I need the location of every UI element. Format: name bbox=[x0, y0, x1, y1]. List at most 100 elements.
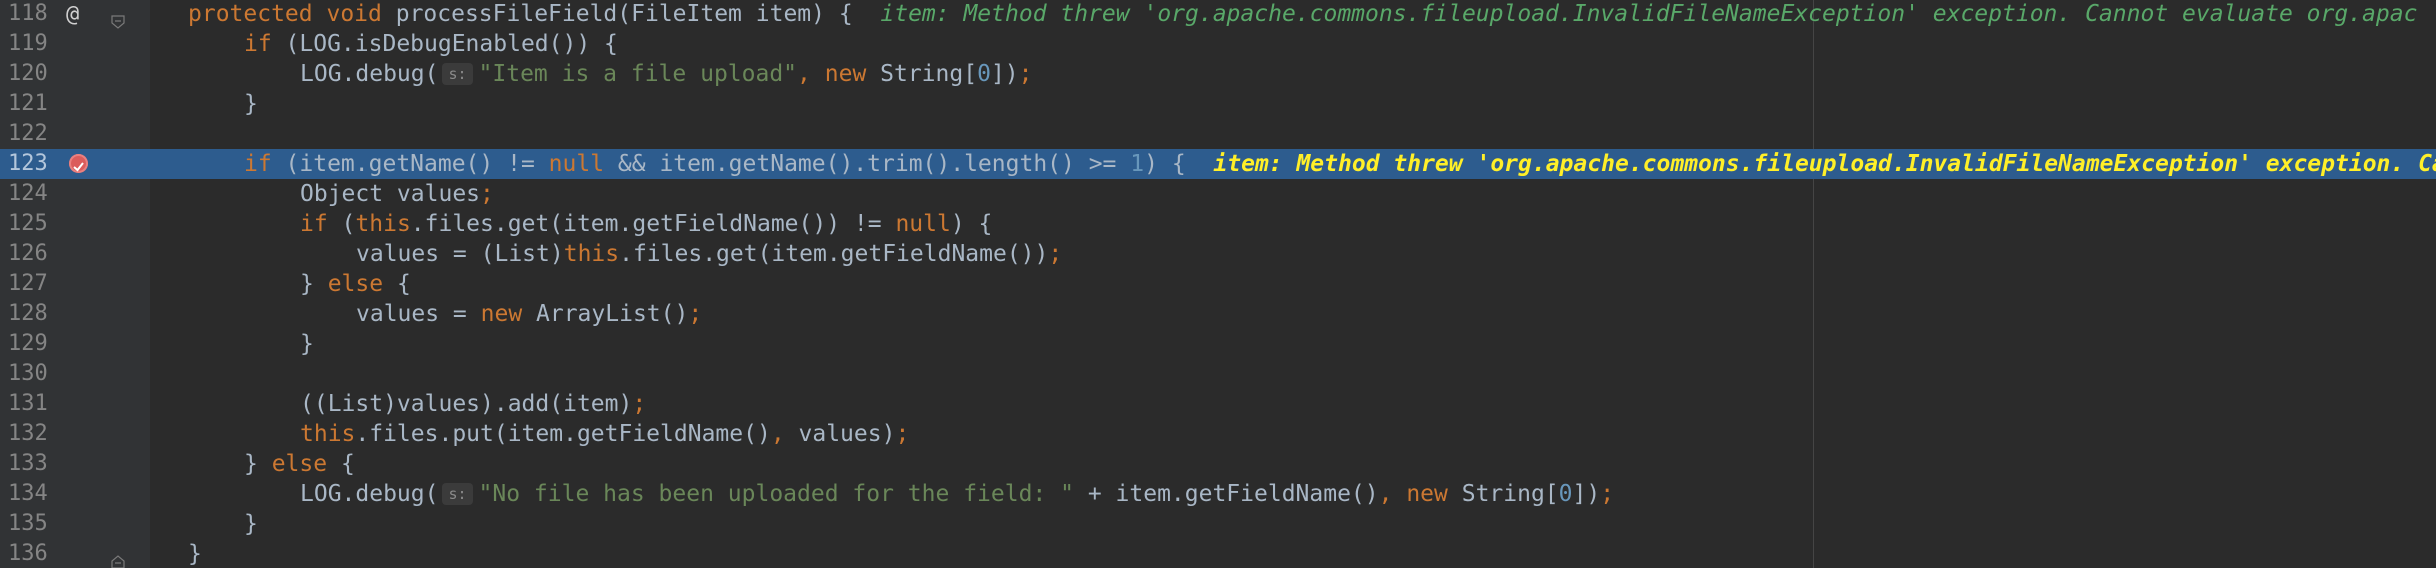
code-text[interactable]: } bbox=[244, 89, 258, 119]
code-token: && item.getName().trim().length() >= bbox=[617, 151, 1131, 177]
keyword-token: if bbox=[300, 211, 342, 237]
fold-end-icon[interactable] bbox=[111, 547, 125, 568]
gutter-cell[interactable]: 134 bbox=[0, 479, 150, 509]
gutter-cell[interactable]: 121 bbox=[0, 89, 150, 119]
operator-token: ; bbox=[895, 421, 910, 447]
code-token: .files.put(item.getFieldName() bbox=[355, 421, 771, 447]
line-number: 120 bbox=[8, 61, 48, 86]
code-token: .files.get(item.getFieldName()) != bbox=[410, 211, 896, 237]
code-line[interactable]: 127 } else { bbox=[0, 269, 2436, 299]
code-token: ) { bbox=[1144, 151, 1214, 177]
gutter-cell[interactable]: 125 bbox=[0, 209, 150, 239]
keyword-token: else bbox=[271, 451, 341, 477]
gutter-cell[interactable]: 131 bbox=[0, 389, 150, 419]
code-line[interactable]: 124 Object values; bbox=[0, 179, 2436, 209]
operator-token: ; bbox=[1018, 61, 1033, 87]
line-number: 132 bbox=[8, 421, 48, 446]
line-number: 126 bbox=[8, 241, 48, 266]
code-token: Object values bbox=[300, 181, 481, 207]
code-token: values) bbox=[798, 421, 896, 447]
code-line[interactable]: 131 ((List)values).add(item); bbox=[0, 389, 2436, 419]
gutter-cell[interactable]: 130 bbox=[0, 359, 150, 389]
operator-token: , bbox=[1378, 481, 1407, 507]
gutter-cell[interactable]: 136 bbox=[0, 539, 150, 568]
code-token: String[ bbox=[880, 61, 978, 87]
code-line[interactable]: 128 values = new ArrayList(); bbox=[0, 299, 2436, 329]
code-line[interactable]: 130 bbox=[0, 359, 2436, 389]
code-line[interactable]: 122 bbox=[0, 119, 2436, 149]
operator-token: ; bbox=[1600, 481, 1615, 507]
code-line[interactable]: 126 values = (List)this.files.get(item.ge… bbox=[0, 239, 2436, 269]
line-number: 136 bbox=[8, 541, 48, 566]
code-token: ]) bbox=[990, 61, 1019, 87]
code-text[interactable]: values = new ArrayList(); bbox=[356, 299, 702, 329]
code-line[interactable]: 132 this.files.put(item.getFieldName(), v… bbox=[0, 419, 2436, 449]
code-text[interactable]: values = (List)this.files.get(item.getFi… bbox=[356, 239, 1062, 269]
code-text[interactable]: ((List)values).add(item); bbox=[300, 389, 646, 419]
code-token: .files.get(item.getFieldName()) bbox=[619, 241, 1049, 267]
code-line[interactable]: 118 @ protected void processFileField(File… bbox=[0, 0, 2436, 29]
gutter-cell[interactable]: 120 bbox=[0, 59, 150, 89]
code-line[interactable]: 134 LOG.debug(s: "No file has been uploade… bbox=[0, 479, 2436, 509]
code-line[interactable]: 135} bbox=[0, 509, 2436, 539]
gutter-cell[interactable]: 132 bbox=[0, 419, 150, 449]
string-token: "Item is a file upload" bbox=[478, 61, 798, 87]
operator-token: , bbox=[770, 421, 799, 447]
code-line[interactable]: 129} bbox=[0, 329, 2436, 359]
breakpoint-icon[interactable] bbox=[69, 154, 88, 173]
code-text[interactable]: if (this.files.get(item.getFieldName()) … bbox=[300, 209, 992, 239]
gutter-cell[interactable]: 122 bbox=[0, 119, 150, 149]
code-token: (item.getName() != bbox=[285, 151, 549, 177]
code-text[interactable]: protected void processFileField(FileItem… bbox=[188, 0, 2417, 29]
operator-token: ; bbox=[632, 391, 647, 417]
code-text[interactable]: if (LOG.isDebugEnabled()) { bbox=[244, 29, 618, 59]
gutter-cell[interactable]: 126 bbox=[0, 239, 150, 269]
gutter-cell[interactable]: 129 bbox=[0, 329, 150, 359]
code-token: LOG.debug( bbox=[300, 61, 439, 87]
code-text[interactable]: } bbox=[244, 509, 258, 539]
line-number: 134 bbox=[8, 481, 48, 506]
keyword-token: null bbox=[895, 211, 951, 237]
code-line[interactable]: 125 if (this.files.get(item.getFieldName(… bbox=[0, 209, 2436, 239]
code-text[interactable]: if (item.getName() != null && item.getNa… bbox=[244, 149, 2436, 179]
code-line[interactable]: 120 LOG.debug(s: "Item is a file upload", … bbox=[0, 59, 2436, 89]
code-line[interactable]: 121} bbox=[0, 89, 2436, 119]
code-editor[interactable]: 118 @ protected void processFileField(File… bbox=[0, 0, 2436, 568]
gutter-cell[interactable]: 127 bbox=[0, 269, 150, 299]
keyword-token: this bbox=[300, 421, 356, 447]
line-number: 123 bbox=[8, 151, 48, 176]
gutter-cell[interactable]: 124 bbox=[0, 179, 150, 209]
keyword-token: if bbox=[244, 31, 286, 57]
fold-collapse-icon[interactable] bbox=[111, 7, 125, 29]
override-at-icon[interactable]: @ bbox=[66, 0, 79, 30]
code-token: } bbox=[300, 271, 328, 297]
operator-token: , bbox=[797, 61, 825, 87]
gutter-cell[interactable]: 123 bbox=[0, 149, 150, 179]
code-text[interactable]: } else { bbox=[244, 449, 355, 479]
code-text[interactable]: } bbox=[188, 539, 202, 568]
code-token: values = (List) bbox=[356, 241, 564, 267]
gutter-cell[interactable]: 119 bbox=[0, 29, 150, 59]
execution-line[interactable]: 123 if (item.getName() != null && item.ge… bbox=[0, 149, 2436, 179]
code-line[interactable]: 136} bbox=[0, 539, 2436, 568]
code-line[interactable]: 119 if (LOG.isDebugEnabled()) { bbox=[0, 29, 2436, 59]
gutter-cell[interactable]: 135 bbox=[0, 509, 150, 539]
gutter-cell[interactable]: 133 bbox=[0, 449, 150, 479]
code-text[interactable]: this.files.put(item.getFieldName(), valu… bbox=[300, 419, 909, 449]
parameter-hint: s: bbox=[442, 63, 473, 85]
code-text[interactable]: LOG.debug(s: "Item is a file upload", new… bbox=[300, 59, 1033, 89]
code-text[interactable]: } else { bbox=[300, 269, 411, 299]
debug-inline-value[interactable]: item: Method threw 'org.apache.commons.f… bbox=[880, 1, 2417, 27]
line-number: 135 bbox=[8, 511, 48, 536]
code-text[interactable]: Object values; bbox=[300, 179, 494, 209]
debug-inline-value[interactable]: item: Method threw 'org.apache.commons.f… bbox=[1213, 151, 2436, 177]
code-text[interactable]: } bbox=[300, 329, 314, 359]
gutter-cell[interactable]: 118 @ bbox=[0, 0, 150, 29]
code-line[interactable]: 133 } else { bbox=[0, 449, 2436, 479]
line-number: 121 bbox=[8, 91, 48, 116]
code-text[interactable]: LOG.debug(s: "No file has been uploaded f… bbox=[300, 479, 1614, 509]
gutter-cell[interactable]: 128 bbox=[0, 299, 150, 329]
number-token: 0 bbox=[1558, 481, 1573, 507]
line-number: 129 bbox=[8, 331, 48, 356]
code-token: } bbox=[300, 331, 314, 357]
